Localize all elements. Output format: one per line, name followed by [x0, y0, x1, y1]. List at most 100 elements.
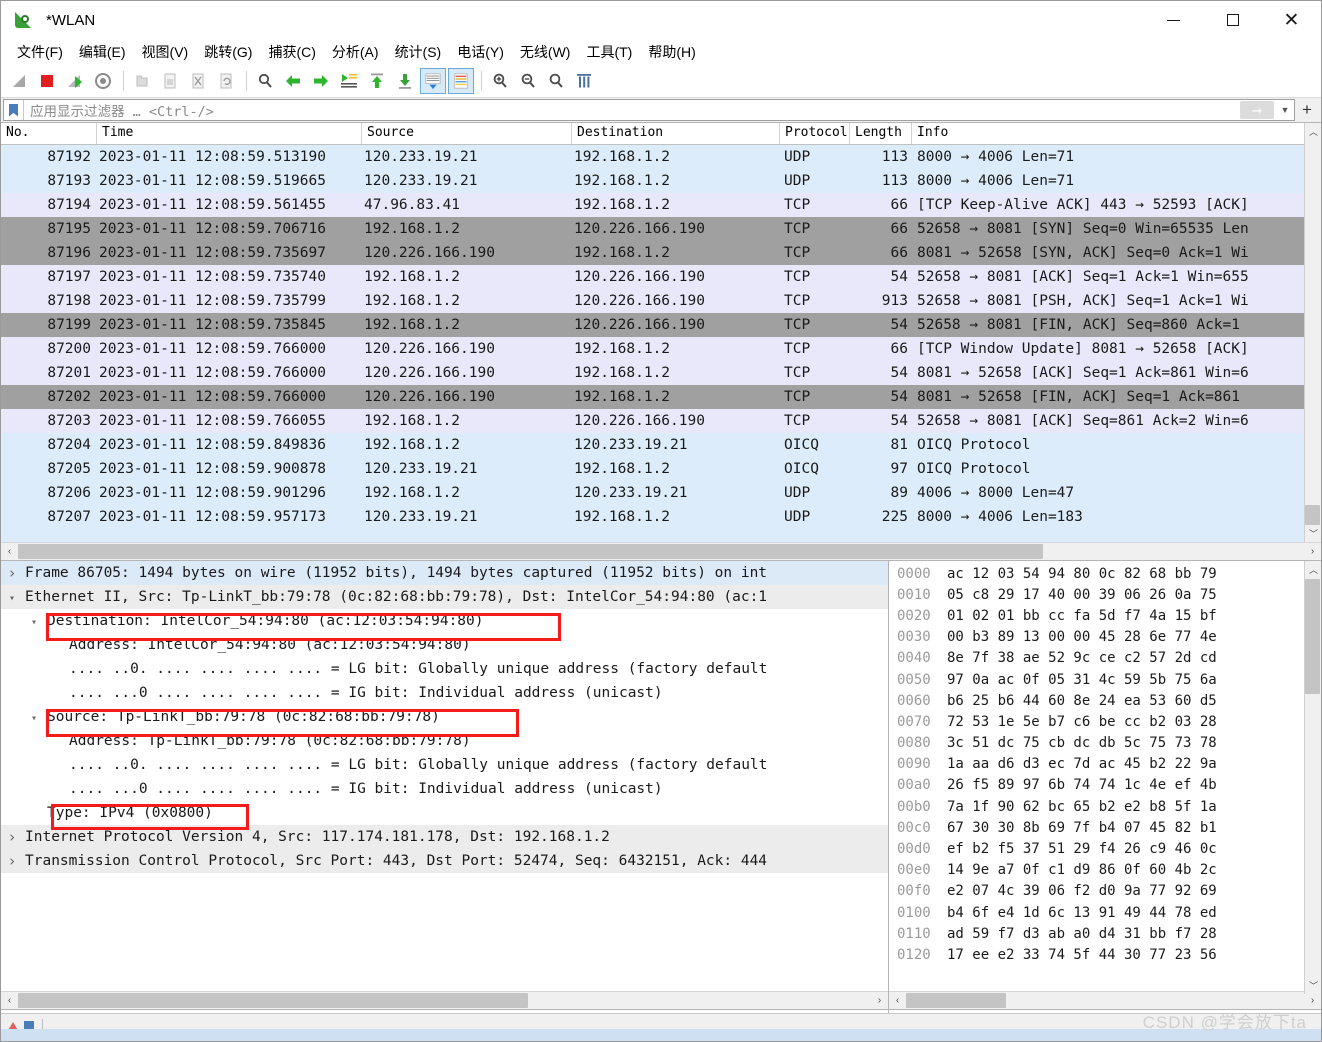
menu-help[interactable]: 帮助(H) — [640, 40, 703, 64]
details-hscrollbar[interactable]: ‹ › — [1, 991, 888, 1010]
hex-row[interactable]: 0080 3c 51 dc 75 cb dc db 5c 75 73 78 — [889, 733, 1321, 754]
table-row[interactable]: 87206 2023-01-11 12:08:59.901296 192.168.1… — [1, 481, 1321, 505]
detail-row[interactable]: Frame 86705: 1494 bytes on wire (11952 b… — [1, 561, 888, 585]
hex-row[interactable]: 0100 b4 6f e4 1d 6c 13 91 49 44 78 ed — [889, 902, 1321, 923]
hex-row[interactable]: 0020 01 02 01 bb cc fa 5d f7 4a 15 bf — [889, 605, 1321, 626]
table-row[interactable]: 87199 2023-01-11 12:08:59.735845 192.168.1… — [1, 313, 1321, 337]
go-forward-icon[interactable] — [308, 68, 334, 94]
menu-view[interactable]: 视图(V) — [134, 40, 197, 64]
hex-vscrollbar[interactable]: ︿ ﹀ — [1304, 561, 1321, 994]
menu-statistics[interactable]: 统计(S) — [387, 40, 450, 64]
hex-scroll-up-icon[interactable]: ︿ — [1305, 561, 1321, 578]
column-header-destination[interactable]: Destination — [572, 123, 780, 144]
menu-analyze[interactable]: 分析(A) — [324, 40, 387, 64]
chevron-down-icon[interactable]: ▼ — [1276, 100, 1294, 120]
column-header-info[interactable]: Info — [912, 123, 1321, 144]
hscroll-right-icon[interactable]: › — [1304, 546, 1321, 557]
colorize-icon[interactable] — [448, 68, 474, 94]
chevron-right-icon[interactable] — [1, 852, 23, 870]
chevron-down-icon[interactable] — [23, 711, 45, 724]
table-row[interactable]: 87203 2023-01-11 12:08:59.766055 192.168.1… — [1, 409, 1321, 433]
hex-vscroll-thumb[interactable] — [1305, 579, 1320, 694]
menu-wireless[interactable]: 无线(W) — [512, 40, 579, 64]
hex-hscroll-left-icon[interactable]: ‹ — [889, 995, 906, 1006]
detail-row[interactable]: Type: IPv4 (0x0800) — [1, 801, 888, 825]
column-header-protocol[interactable]: Protocol — [780, 123, 850, 144]
menu-go[interactable]: 跳转(G) — [196, 40, 260, 64]
capture-options-icon[interactable] — [90, 68, 116, 94]
hex-row[interactable]: 0050 97 0a ac 0f 05 31 4c 59 5b 75 6a — [889, 669, 1321, 690]
table-row[interactable]: 87193 2023-01-11 12:08:59.519665 120.233.1… — [1, 169, 1321, 193]
display-filter-input[interactable]: 应用显示过滤器 … <Ctrl-/> ➞ ▼ — [3, 99, 1295, 121]
detail-row[interactable]: Internet Protocol Version 4, Src: 117.17… — [1, 825, 888, 849]
table-row[interactable]: 87201 2023-01-11 12:08:59.766000 120.226.1… — [1, 361, 1321, 385]
detail-row[interactable]: Address: IntelCor_54:94:80 (ac:12:03:54:… — [1, 633, 888, 657]
table-row[interactable]: 87207 2023-01-11 12:08:59.957173 120.233.1… — [1, 505, 1321, 529]
hex-row[interactable]: 0090 1a aa d6 d3 ec 7d ac 45 b2 22 9a — [889, 754, 1321, 775]
column-header-time[interactable]: Time — [97, 123, 362, 144]
hex-row[interactable]: 00c0 67 30 30 8b 69 7f b4 07 45 82 b1 — [889, 817, 1321, 838]
plus-icon[interactable]: + — [1295, 100, 1319, 120]
go-last-packet-icon[interactable] — [392, 68, 418, 94]
detail-row[interactable]: Transmission Control Protocol, Src Port:… — [1, 849, 888, 873]
close-button[interactable]: ✕ — [1262, 1, 1321, 39]
detail-row[interactable]: .... ..0. .... .... .... .... = LG bit: … — [1, 753, 888, 777]
hex-row[interactable]: 0030 00 b3 89 13 00 00 45 28 6e 77 4e — [889, 627, 1321, 648]
chevron-down-icon[interactable] — [23, 615, 45, 628]
detail-row[interactable]: Source: Tp-LinkT_bb:79:78 (0c:82:68:bb:7… — [1, 705, 888, 729]
details-hscroll-thumb[interactable] — [18, 993, 528, 1008]
menu-telephony[interactable]: 电话(Y) — [449, 40, 512, 64]
resize-columns-icon[interactable] — [571, 68, 597, 94]
scroll-down-icon[interactable]: ﹀ — [1305, 525, 1321, 542]
detail-row[interactable]: .... ..0. .... .... .... .... = LG bit: … — [1, 657, 888, 681]
detail-row[interactable]: Destination: IntelCor_54:94:80 (ac:12:03… — [1, 609, 888, 633]
hscroll-thumb[interactable] — [18, 544, 1043, 559]
zoom-reset-icon[interactable] — [543, 68, 569, 94]
hex-hscroll-track[interactable] — [906, 992, 1304, 1009]
details-hscroll-track[interactable] — [18, 992, 871, 1009]
hex-row[interactable]: 00b0 7a 1f 90 62 bc 65 b2 e2 b8 5f 1a — [889, 796, 1321, 817]
details-hscroll-right-icon[interactable]: › — [871, 995, 888, 1006]
column-header-no[interactable]: No. — [1, 123, 97, 144]
menu-tools[interactable]: 工具(T) — [578, 40, 640, 64]
table-row[interactable]: 87195 2023-01-11 12:08:59.706716 192.168.1… — [1, 217, 1321, 241]
start-capture-icon[interactable] — [6, 68, 32, 94]
go-back-icon[interactable] — [280, 68, 306, 94]
hscroll-left-icon[interactable]: ‹ — [1, 546, 18, 557]
zoom-out-icon[interactable] — [515, 68, 541, 94]
table-row[interactable]: 87205 2023-01-11 12:08:59.900878 120.233.1… — [1, 457, 1321, 481]
go-first-packet-icon[interactable] — [364, 68, 390, 94]
scroll-up-icon[interactable]: ︿ — [1305, 123, 1321, 140]
hex-row[interactable]: 00d0 ef b2 f5 37 51 29 f4 26 c9 46 0c — [889, 838, 1321, 859]
table-row[interactable]: 87204 2023-01-11 12:08:59.849836 192.168.1… — [1, 433, 1321, 457]
hex-row[interactable]: 0040 8e 7f 38 ae 52 9c ce c2 57 2d cd — [889, 648, 1321, 669]
hex-row[interactable]: 00a0 26 f5 89 97 6b 74 74 1c 4e ef 4b — [889, 775, 1321, 796]
hex-row[interactable]: 00f0 e2 07 4c 39 06 f2 d0 9a 77 92 69 — [889, 881, 1321, 902]
hex-row[interactable]: 0010 05 c8 29 17 40 00 39 06 26 0a 75 — [889, 584, 1321, 605]
hex-row[interactable]: 0120 17 ee e2 33 74 5f 44 30 77 23 56 — [889, 944, 1321, 965]
apply-filter-arrow-icon[interactable]: ➞ — [1240, 101, 1274, 119]
packet-list-hscrollbar[interactable]: ‹ › — [1, 542, 1321, 561]
table-row[interactable]: 87198 2023-01-11 12:08:59.735799 192.168.1… — [1, 289, 1321, 313]
minimize-button[interactable] — [1144, 1, 1203, 39]
menu-file[interactable]: 文件(F) — [9, 40, 71, 64]
zoom-in-icon[interactable] — [487, 68, 513, 94]
menu-edit[interactable]: 编辑(E) — [71, 40, 134, 64]
go-to-packet-icon[interactable] — [336, 68, 362, 94]
column-header-source[interactable]: Source — [362, 123, 572, 144]
find-packet-icon[interactable] — [252, 68, 278, 94]
hex-row[interactable]: 0000 ac 12 03 54 94 80 0c 82 68 bb 79 — [889, 563, 1321, 584]
hscroll-track[interactable] — [18, 543, 1304, 560]
hex-hscroll-right-icon[interactable]: › — [1304, 995, 1321, 1006]
table-row[interactable]: 87194 2023-01-11 12:08:59.561455 47.96.83.… — [1, 193, 1321, 217]
chevron-down-icon[interactable] — [1, 591, 23, 604]
table-row[interactable]: 87200 2023-01-11 12:08:59.766000 120.226.1… — [1, 337, 1321, 361]
detail-row[interactable]: Ethernet II, Src: Tp-LinkT_bb:79:78 (0c:… — [1, 585, 888, 609]
hex-row[interactable]: 0060 b6 25 b6 44 60 8e 24 ea 53 60 d5 — [889, 690, 1321, 711]
restart-capture-icon[interactable] — [62, 68, 88, 94]
hex-row[interactable]: 0070 72 53 1e 5e b7 c6 be cc b2 03 28 — [889, 711, 1321, 732]
maximize-button[interactable] — [1203, 1, 1262, 39]
vscroll-thumb[interactable] — [1305, 505, 1320, 525]
table-row[interactable]: 87192 2023-01-11 12:08:59.513190 120.233.1… — [1, 145, 1321, 169]
hex-row[interactable]: 0110 ad 59 f7 d3 ab a0 d4 31 bb f7 28 — [889, 923, 1321, 944]
